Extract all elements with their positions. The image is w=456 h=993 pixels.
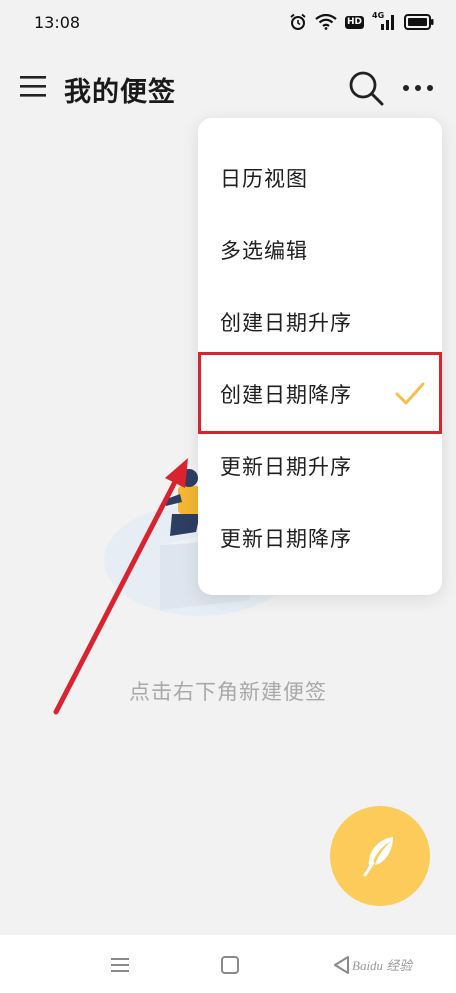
recents-button[interactable]: [108, 953, 132, 977]
status-time: 13:08: [34, 12, 81, 32]
app-toolbar: 我的便签: [0, 62, 456, 114]
menu-item-updated-asc[interactable]: 更新日期升序: [198, 436, 442, 496]
annotation-highlight-box: [198, 352, 442, 434]
home-button[interactable]: [218, 953, 242, 977]
more-button[interactable]: [398, 68, 438, 108]
new-note-button[interactable]: [330, 806, 430, 906]
watermark: Baidu 经验: [352, 958, 413, 973]
wifi-icon: [315, 14, 337, 30]
menu-item-created-asc[interactable]: 创建日期升序: [198, 292, 442, 352]
battery-icon: [404, 14, 434, 30]
recents-icon: [111, 958, 129, 972]
menu-item-label: 日历视图: [220, 167, 308, 191]
menu-item-label: 多选编辑: [220, 239, 308, 263]
back-icon: [334, 956, 349, 974]
menu-icon: [20, 76, 46, 97]
status-bar: 13:08 HD 4G: [0, 0, 456, 44]
menu-item-label: 更新日期降序: [220, 527, 352, 551]
page-title: 我的便签: [64, 77, 176, 108]
back-button[interactable]: [330, 953, 354, 977]
search-button[interactable]: [346, 68, 386, 108]
signal-icon: 4G: [372, 11, 396, 31]
hd-icon: HD: [344, 15, 364, 29]
feather-icon: [363, 837, 393, 877]
menu-item-calendar-view[interactable]: 日历视图: [198, 148, 442, 208]
alarm-icon: [290, 13, 306, 30]
search-icon: [349, 71, 384, 106]
menu-item-label: 更新日期升序: [220, 455, 352, 479]
menu-item-updated-desc[interactable]: 更新日期降序: [198, 508, 442, 568]
menu-button[interactable]: [18, 72, 52, 102]
menu-item-multi-select[interactable]: 多选编辑: [198, 220, 442, 280]
menu-item-label: 创建日期升序: [220, 311, 352, 335]
home-icon: [221, 956, 239, 974]
more-icon: [403, 85, 433, 91]
status-icons: HD 4G: [289, 11, 434, 31]
empty-state-hint: 点击右下角新建便签: [129, 680, 327, 704]
